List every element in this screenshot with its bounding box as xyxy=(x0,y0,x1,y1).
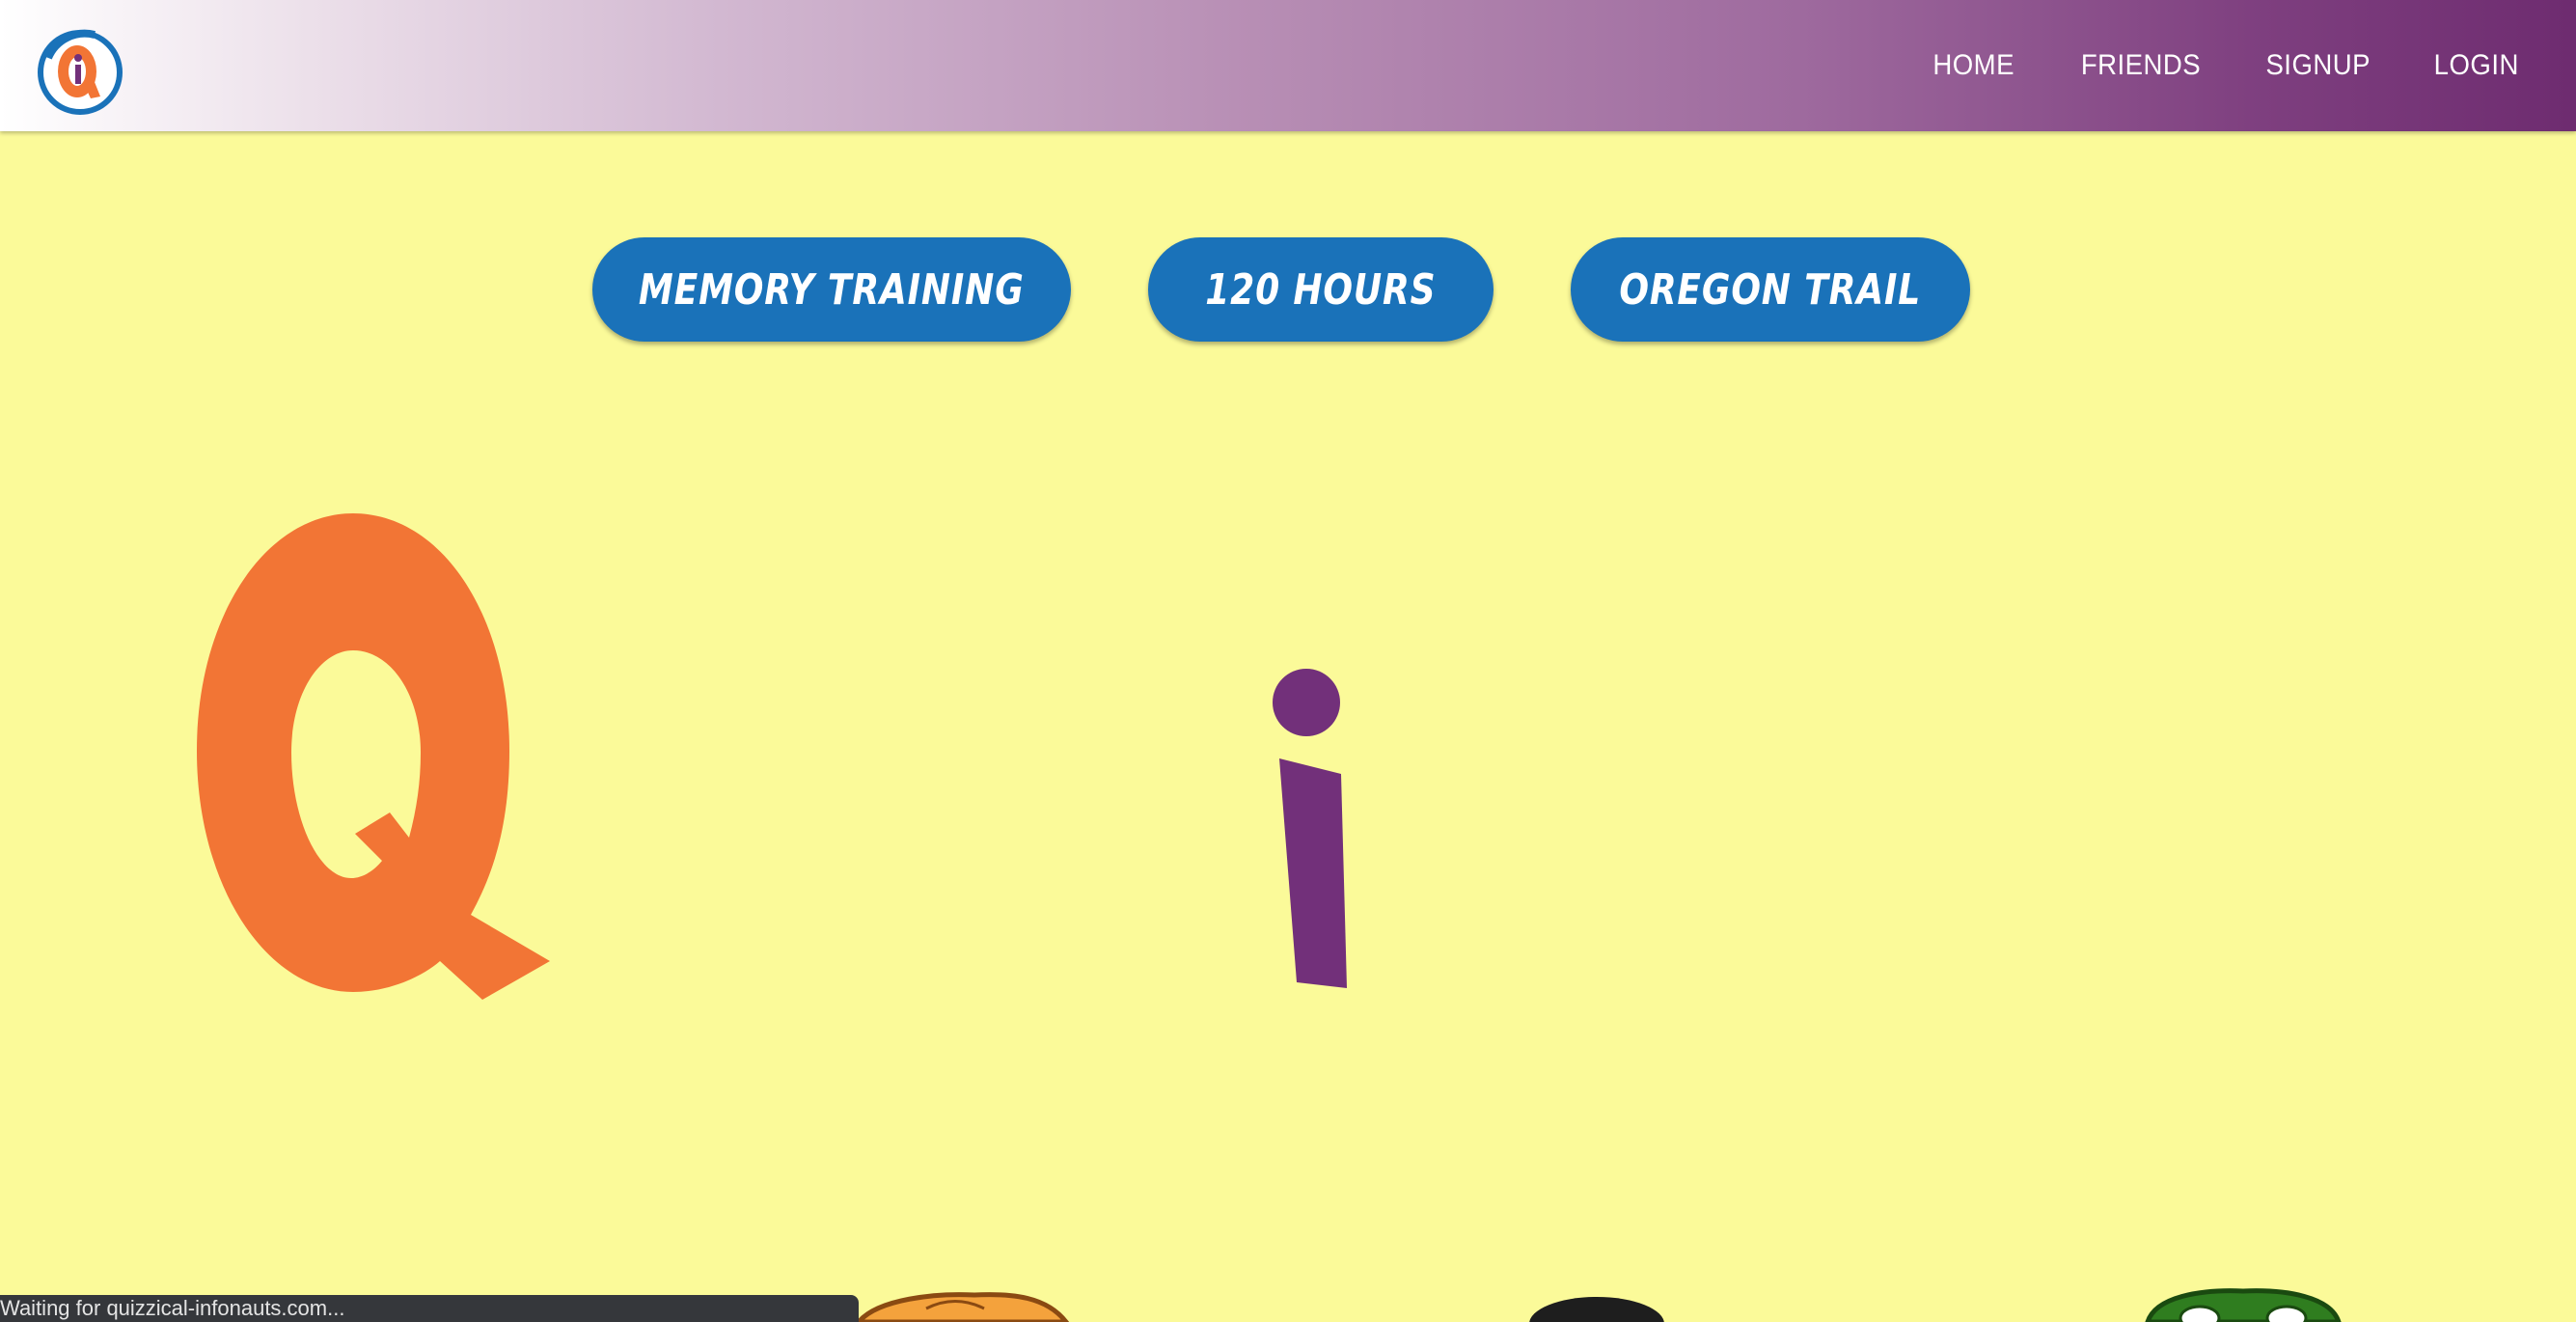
nav-signup-link[interactable]: SIGNUP xyxy=(2266,51,2371,80)
120-hours-label: 120 HOURS xyxy=(1205,264,1437,315)
memory-training-label: MEMORY TRAINING xyxy=(639,264,1025,315)
black-character-graphic xyxy=(1529,1297,1664,1322)
120-hours-button[interactable]: 120 HOURS xyxy=(1148,237,1494,342)
oregon-trail-button[interactable]: OREGON TRAIL xyxy=(1571,237,1970,342)
nav-friends-link[interactable]: FRIENDS xyxy=(2081,51,2201,80)
browser-status-bar: Waiting for quizzical-infonauts.com... xyxy=(0,1295,859,1322)
oregon-trail-label: OREGON TRAIL xyxy=(1619,264,1922,315)
letter-q-graphic xyxy=(197,513,550,1000)
status-text: Waiting for quizzical-infonauts.com... xyxy=(0,1296,345,1320)
memory-training-button[interactable]: MEMORY TRAINING xyxy=(592,237,1071,342)
quizzical-logo[interactable] xyxy=(37,29,123,116)
nav-login-link[interactable]: LOGIN xyxy=(2434,51,2519,80)
orange-character-graphic xyxy=(855,1292,1070,1322)
letter-i-graphic xyxy=(1273,669,1347,988)
navbar: HOME FRIENDS SIGNUP LOGIN xyxy=(0,0,2576,131)
green-frog-character-graphic xyxy=(2145,1288,2342,1322)
page: HOME FRIENDS SIGNUP LOGIN MEMORY TRAININ… xyxy=(0,0,2576,1322)
nav-home-link[interactable]: HOME xyxy=(1932,51,2014,80)
nav-links: HOME FRIENDS SIGNUP LOGIN xyxy=(1870,0,2519,131)
